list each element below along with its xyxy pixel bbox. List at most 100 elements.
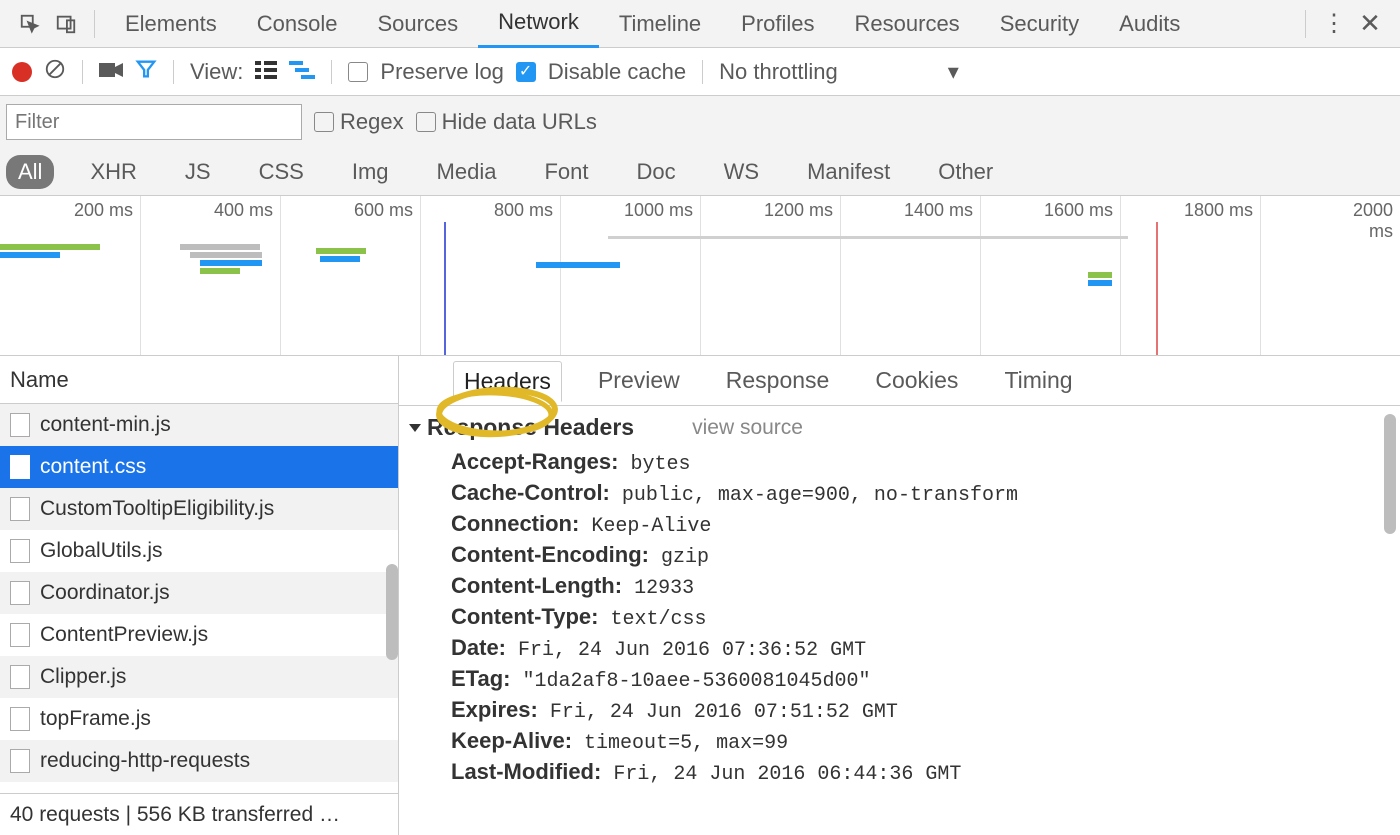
filter-icon[interactable] xyxy=(135,58,157,86)
response-header-row: Content-Length: 12933 xyxy=(411,571,1388,602)
view-waterfall-icon[interactable] xyxy=(289,59,315,85)
chevron-down-icon: ▾ xyxy=(948,59,959,85)
response-header-row: Content-Type: text/css xyxy=(411,602,1388,633)
header-key: Accept-Ranges: xyxy=(451,449,618,474)
timeline-bar xyxy=(316,248,366,254)
request-row[interactable]: content-min.js xyxy=(0,404,398,446)
scrollbar-thumb[interactable] xyxy=(1384,414,1396,534)
detail-tab-timing[interactable]: Timing xyxy=(994,361,1082,400)
view-source-link[interactable]: view source xyxy=(692,416,803,440)
timeline-bar xyxy=(1088,280,1112,286)
devtools-tab-sources[interactable]: Sources xyxy=(357,0,478,48)
timeline-overview[interactable]: 200 ms400 ms600 ms800 ms1000 ms1200 ms14… xyxy=(0,196,1400,356)
timeline-bar xyxy=(320,256,360,262)
type-filter-other[interactable]: Other xyxy=(926,155,1005,189)
file-icon xyxy=(10,497,30,521)
preserve-log-checkbox[interactable]: Preserve log xyxy=(348,59,504,85)
separator xyxy=(82,60,83,84)
timeline-bar xyxy=(180,244,260,250)
name-column-header[interactable]: Name xyxy=(0,356,398,404)
close-icon[interactable]: ✕ xyxy=(1352,6,1388,42)
type-filter-doc[interactable]: Doc xyxy=(624,155,687,189)
type-filter-xhr[interactable]: XHR xyxy=(78,155,148,189)
type-filter-ws[interactable]: WS xyxy=(712,155,771,189)
timeline-dom-line xyxy=(444,222,446,355)
devtools-tab-resources[interactable]: Resources xyxy=(835,0,980,48)
record-button[interactable] xyxy=(12,62,32,82)
devtools-tab-network[interactable]: Network xyxy=(478,0,599,48)
type-filter-media[interactable]: Media xyxy=(425,155,509,189)
devtools-tab-profiles[interactable]: Profiles xyxy=(721,0,834,48)
hide-data-urls-checkbox[interactable]: Hide data URLs xyxy=(416,109,597,135)
detail-tab-cookies[interactable]: Cookies xyxy=(865,361,968,400)
header-key: Cache-Control: xyxy=(451,480,610,505)
type-filter-img[interactable]: Img xyxy=(340,155,401,189)
clear-icon[interactable] xyxy=(44,58,66,86)
separator xyxy=(94,10,95,38)
header-key: Last-Modified: xyxy=(451,759,601,784)
devtools-tab-timeline[interactable]: Timeline xyxy=(599,0,721,48)
request-name: reducing-http-requests xyxy=(40,749,250,773)
header-value: 12933 xyxy=(622,577,694,600)
request-row[interactable]: content.css xyxy=(0,446,398,488)
response-header-row: Expires: Fri, 24 Jun 2016 07:51:52 GMT xyxy=(411,695,1388,726)
device-toggle-icon[interactable] xyxy=(48,6,84,42)
timeline-tick: 200 ms xyxy=(140,196,200,355)
request-row[interactable]: CustomTooltipEligibility.js xyxy=(0,488,398,530)
devtools-tab-elements[interactable]: Elements xyxy=(105,0,237,48)
filter-row: Regex Hide data URLs xyxy=(0,96,1400,148)
inspect-icon[interactable] xyxy=(12,6,48,42)
timeline-tick: 400 ms xyxy=(280,196,340,355)
type-filter-js[interactable]: JS xyxy=(173,155,223,189)
disable-cache-label: Disable cache xyxy=(548,59,686,85)
timeline-bar xyxy=(200,268,240,274)
header-key: Expires: xyxy=(451,697,538,722)
kebab-menu-icon[interactable]: ⋮ xyxy=(1316,6,1352,42)
separator xyxy=(1305,10,1306,38)
header-key: Content-Type: xyxy=(451,604,598,629)
timeline-tick: 1000 ms xyxy=(700,196,770,355)
status-bar: 40 requests | 556 KB transferred … xyxy=(0,793,398,835)
camera-icon[interactable] xyxy=(99,59,123,85)
response-header-row: Last-Modified: Fri, 24 Jun 2016 06:44:36… xyxy=(411,757,1388,788)
response-headers-section[interactable]: Response Headers view source xyxy=(411,414,1388,441)
request-row[interactable]: topFrame.js xyxy=(0,698,398,740)
detail-tab-response[interactable]: Response xyxy=(716,361,840,400)
request-row[interactable]: Clipper.js xyxy=(0,656,398,698)
view-label: View: xyxy=(190,59,243,85)
filter-input[interactable] xyxy=(6,104,302,140)
throttling-dropdown[interactable]: No throttling ▾ xyxy=(719,59,959,85)
type-filter-all[interactable]: All xyxy=(6,155,54,189)
header-value: Keep-Alive xyxy=(579,515,711,538)
scrollbar-thumb[interactable] xyxy=(386,564,398,660)
throttling-label: No throttling xyxy=(719,59,838,85)
file-icon xyxy=(10,707,30,731)
timeline-tick: 1400 ms xyxy=(980,196,1050,355)
devtools-tab-audits[interactable]: Audits xyxy=(1099,0,1200,48)
response-header-row: Content-Encoding: gzip xyxy=(411,540,1388,571)
view-large-icon[interactable] xyxy=(255,59,277,85)
request-row[interactable]: Coordinator.js xyxy=(0,572,398,614)
header-value: "1da2af8-10aee-5360081045d00" xyxy=(510,670,870,693)
timeline-tick: 1200 ms xyxy=(840,196,910,355)
devtools-tab-console[interactable]: Console xyxy=(237,0,358,48)
type-filter-manifest[interactable]: Manifest xyxy=(795,155,902,189)
disable-cache-checkbox[interactable]: Disable cache xyxy=(516,59,686,85)
timeline-load-line xyxy=(1156,222,1158,355)
type-filter-font[interactable]: Font xyxy=(532,155,600,189)
type-filter-css[interactable]: CSS xyxy=(247,155,316,189)
response-header-row: Cache-Control: public, max-age=900, no-t… xyxy=(411,478,1388,509)
type-filter-bar: All XHR JS CSS Img Media Font Doc WS Manifest Othe… xyxy=(0,148,1400,196)
regex-checkbox[interactable]: Regex xyxy=(314,109,404,135)
request-name: topFrame.js xyxy=(40,707,151,731)
detail-tab-preview[interactable]: Preview xyxy=(588,361,690,400)
request-detail-pane: Headers Preview Response Cookies Timing Resp… xyxy=(399,356,1400,835)
request-row[interactable]: GlobalUtils.js xyxy=(0,530,398,572)
request-row[interactable]: ContentPreview.js xyxy=(0,614,398,656)
header-value: Fri, 24 Jun 2016 07:51:52 GMT xyxy=(538,701,898,724)
timeline-bar xyxy=(190,252,262,258)
devtools-tab-security[interactable]: Security xyxy=(980,0,1099,48)
request-row[interactable]: reducing-http-requests xyxy=(0,740,398,782)
detail-tab-headers[interactable]: Headers xyxy=(453,361,562,402)
file-icon xyxy=(10,665,30,689)
